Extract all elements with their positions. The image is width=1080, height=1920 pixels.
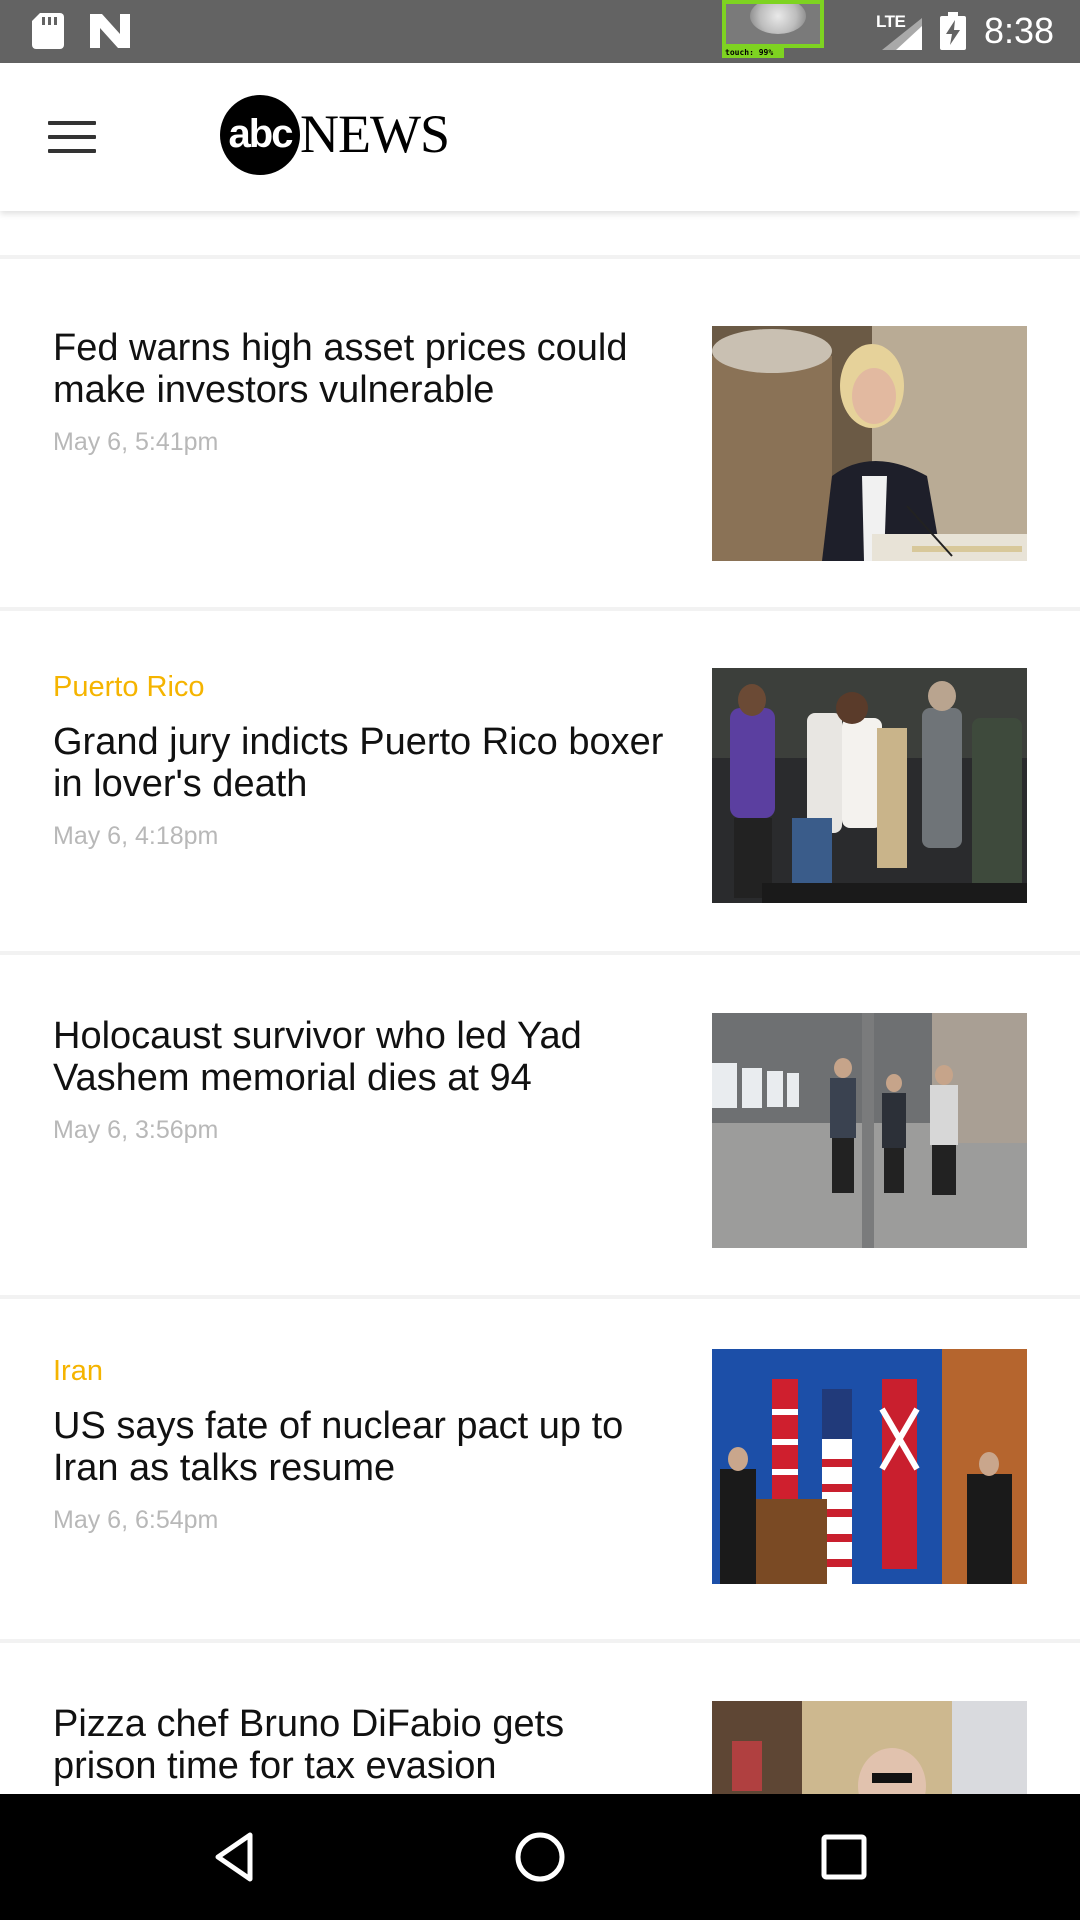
touch-indicator-label: touch: 99% — [722, 47, 784, 58]
touch-indicator — [722, 0, 824, 48]
n-logo-icon — [90, 14, 130, 48]
article-headline[interactable]: Fed warns high asset prices could make i… — [53, 327, 673, 411]
article-thumbnail[interactable] — [712, 326, 1027, 561]
status-bar: touch: 99% LTE 8:38 — [0, 0, 1080, 63]
logo-news: NEWS — [300, 104, 450, 164]
home-icon[interactable] — [510, 1827, 570, 1887]
system-nav-bar — [0, 1794, 1080, 1920]
menu-button[interactable] — [44, 115, 100, 159]
article-timestamp: May 6, 4:18pm — [53, 822, 219, 850]
article-card[interactable]: Pizza chef Bruno DiFabio gets prison tim… — [0, 1673, 1080, 1794]
battery-charging-icon — [940, 12, 966, 50]
article-card[interactable]: Fed warns high asset prices could make i… — [0, 291, 1080, 561]
article-timestamp: May 6, 5:41pm — [53, 428, 219, 456]
app-header: abc NEWS — [0, 63, 1080, 211]
article-timestamp: May 6, 6:54pm — [53, 1506, 219, 1534]
divider — [0, 255, 1080, 259]
article-category[interactable]: Iran — [53, 1355, 673, 1387]
article-card[interactable]: Iran US says fate of nuclear pact up to … — [0, 1329, 1080, 1629]
abc-news-logo[interactable]: abc NEWS — [220, 95, 460, 179]
article-headline[interactable]: Grand jury indicts Puerto Rico boxer in … — [53, 721, 673, 805]
divider — [0, 607, 1080, 611]
press-conference-flags-photo — [712, 1349, 1027, 1584]
recents-icon[interactable] — [814, 1827, 874, 1887]
crowd-embracing-photo — [712, 668, 1027, 903]
article-timestamp: May 6, 3:56pm — [53, 1116, 219, 1144]
article-category[interactable]: Puerto Rico — [53, 671, 673, 703]
article-thumbnail[interactable] — [712, 1349, 1027, 1584]
divider — [0, 951, 1080, 955]
logo-abc: abc — [220, 95, 300, 175]
sd-card-icon — [32, 13, 64, 49]
divider — [0, 1295, 1080, 1299]
article-thumbnail[interactable] — [712, 668, 1027, 903]
article-card[interactable]: Holocaust survivor who led Yad Vashem me… — [0, 985, 1080, 1265]
article-thumbnail[interactable] — [712, 1013, 1027, 1248]
article-card[interactable]: Puerto Rico Grand jury indicts Puerto Ri… — [0, 641, 1080, 941]
news-feed[interactable]: Fed warns high asset prices could make i… — [0, 211, 1080, 1794]
signal-icon — [882, 18, 922, 50]
back-icon[interactable] — [206, 1827, 266, 1887]
article-thumbnail[interactable] — [712, 1701, 1027, 1794]
article-headline[interactable]: US says fate of nuclear pact up to Iran … — [53, 1405, 673, 1489]
article-headline[interactable]: Holocaust survivor who led Yad Vashem me… — [53, 1015, 673, 1099]
pizza-chef-photo — [712, 1701, 1027, 1794]
article-headline[interactable]: Pizza chef Bruno DiFabio gets prison tim… — [53, 1703, 673, 1787]
divider — [0, 1639, 1080, 1643]
hamburger-menu-icon — [48, 121, 96, 125]
woman-at-hearing-photo — [712, 326, 1027, 561]
clock: 8:38 — [984, 10, 1055, 51]
men-in-empty-building-photo — [712, 1013, 1027, 1248]
